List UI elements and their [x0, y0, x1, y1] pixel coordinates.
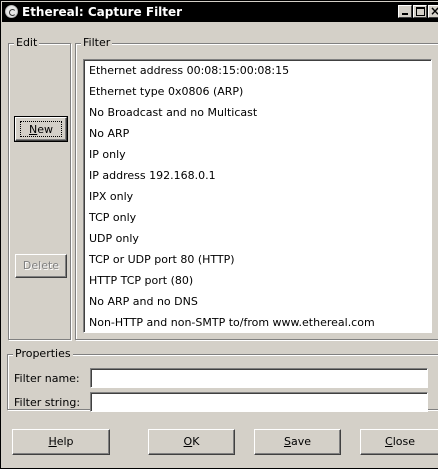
- filter-list-item[interactable]: IP only: [89, 146, 126, 164]
- edit-group: Edit: [8, 36, 71, 340]
- filter-name-input[interactable]: [90, 368, 428, 388]
- filter-list-item[interactable]: TCP only: [89, 209, 136, 227]
- filter-list-item[interactable]: Non-HTTP and non-SMTP to/from www.ethere…: [89, 314, 375, 332]
- ok-button-mnemonic: O: [183, 435, 193, 448]
- minimize-button[interactable]: [398, 5, 412, 18]
- save-button[interactable]: Save: [254, 429, 341, 455]
- close-window-button[interactable]: [428, 5, 438, 18]
- maximize-button[interactable]: [413, 5, 427, 18]
- close-button-label-rest: lose: [392, 435, 415, 448]
- properties-group-label: Properties: [13, 347, 73, 360]
- ok-button-label-rest: K: [192, 435, 200, 448]
- filter-list-item[interactable]: TCP or UDP port 80 (HTTP): [89, 251, 235, 269]
- edit-group-label: Edit: [14, 36, 40, 49]
- filter-list-item[interactable]: Ethernet address 00:08:15:00:08:15: [89, 62, 289, 80]
- filter-string-label: Filter string:: [14, 396, 81, 409]
- filter-list-item[interactable]: No Broadcast and no Multicast: [89, 104, 257, 122]
- filter-list[interactable]: Ethernet address 00:08:15:00:08:15 Ether…: [83, 59, 432, 333]
- filter-list-item[interactable]: Ethernet type 0x0806 (ARP): [89, 83, 243, 101]
- save-button-label-rest: ave: [290, 435, 311, 448]
- help-button[interactable]: Help: [12, 429, 110, 455]
- filter-group-label: Filter: [81, 36, 113, 49]
- help-button-label-rest: elp: [56, 435, 74, 448]
- capture-filter-window: Ethereal: Capture Filter Edit New Delete…: [0, 0, 438, 469]
- new-button[interactable]: New: [14, 116, 68, 142]
- ethereal-app-icon: [5, 5, 18, 18]
- filter-string-input[interactable]: [90, 392, 428, 412]
- filter-list-item[interactable]: IP address 192.168.0.1: [89, 167, 216, 185]
- filter-list-item[interactable]: IPX only: [89, 188, 133, 206]
- ok-button[interactable]: OK: [148, 429, 235, 455]
- filter-name-label: Filter name:: [14, 372, 80, 385]
- filter-list-item[interactable]: HTTP TCP port (80): [89, 272, 193, 290]
- delete-button[interactable]: Delete: [15, 254, 67, 278]
- new-button-label: New: [20, 121, 62, 137]
- close-button[interactable]: Close: [360, 429, 438, 455]
- new-button-mnemonic: N: [29, 123, 38, 136]
- filter-list-item[interactable]: No ARP and no DNS: [89, 293, 198, 311]
- window-title: Ethereal: Capture Filter: [22, 5, 183, 19]
- help-button-mnemonic: H: [48, 435, 57, 448]
- filter-list-item[interactable]: No ARP: [89, 125, 129, 143]
- close-button-mnemonic: C: [385, 435, 393, 448]
- delete-button-label: Delete: [22, 259, 60, 272]
- filter-list-item[interactable]: UDP only: [89, 230, 139, 248]
- save-button-mnemonic: S: [283, 435, 291, 448]
- new-button-label-rest: ew: [37, 123, 53, 136]
- title-bar[interactable]: Ethereal: Capture Filter: [2, 2, 438, 22]
